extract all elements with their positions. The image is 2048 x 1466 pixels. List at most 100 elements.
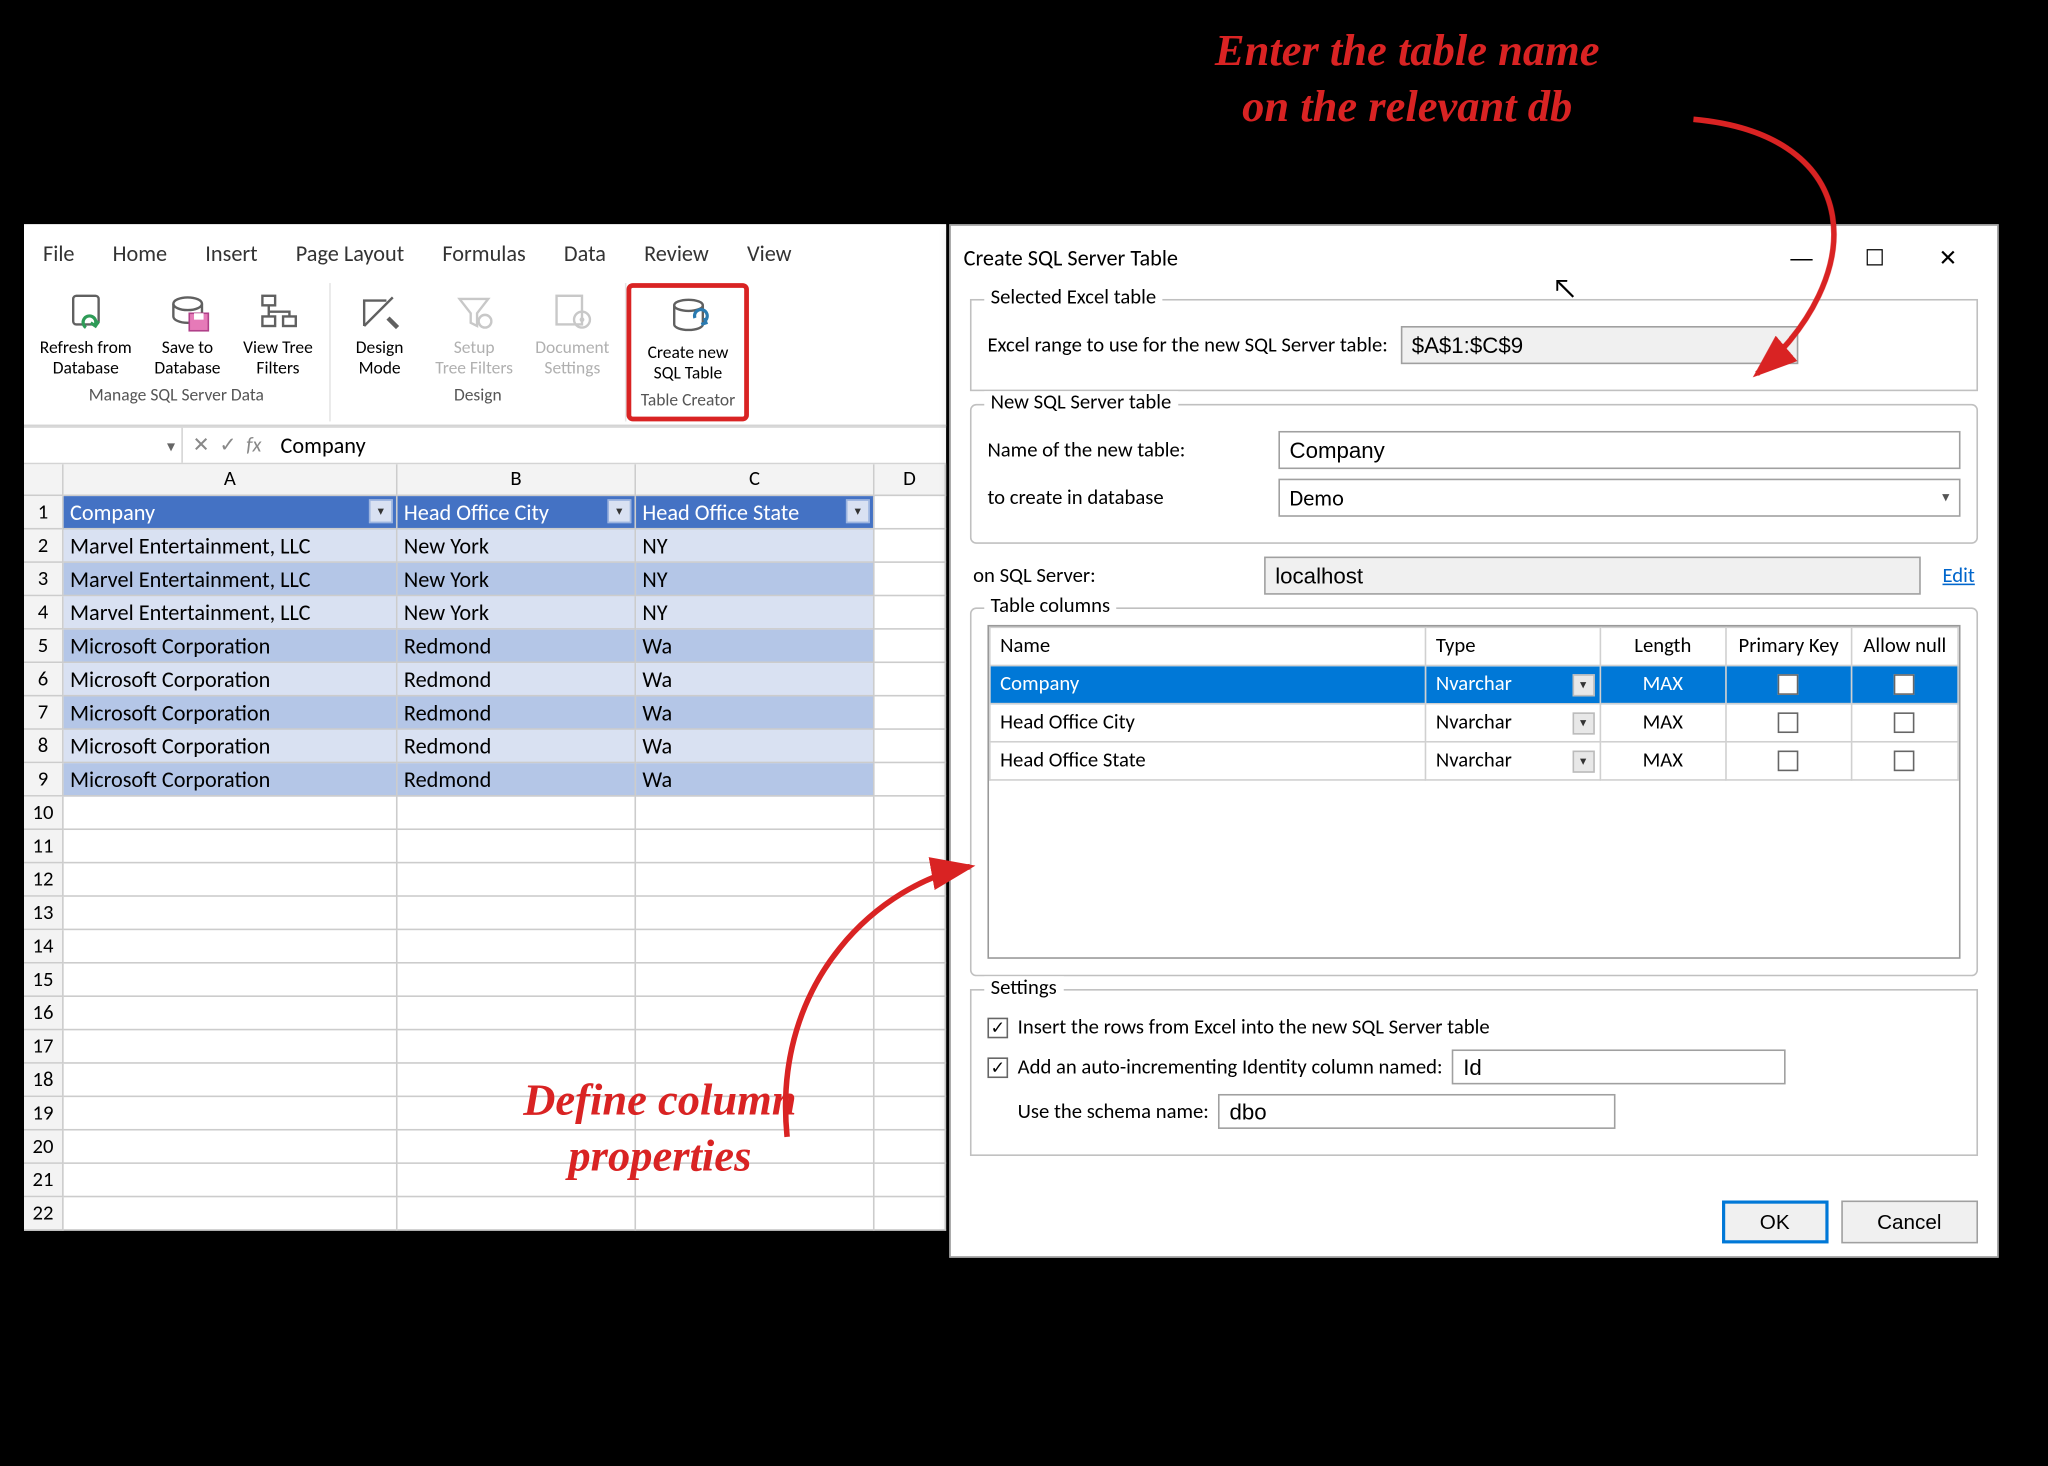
fx-icon[interactable]: fx bbox=[246, 433, 261, 457]
cell[interactable] bbox=[636, 964, 875, 997]
row-header[interactable]: 5 bbox=[24, 630, 64, 663]
cell[interactable] bbox=[398, 930, 636, 963]
primary-key-checkbox[interactable] bbox=[1778, 751, 1799, 772]
chevron-down-icon[interactable]: ▾ bbox=[1572, 712, 1594, 734]
column-header[interactable]: Type bbox=[1426, 627, 1600, 665]
cell[interactable] bbox=[636, 1197, 875, 1230]
cell[interactable] bbox=[875, 1030, 947, 1063]
row-header[interactable]: 13 bbox=[24, 897, 64, 930]
cell[interactable] bbox=[398, 964, 636, 997]
cancel-icon[interactable]: ✕ bbox=[192, 433, 209, 457]
cell[interactable] bbox=[875, 730, 947, 763]
identity-checkbox[interactable] bbox=[987, 1057, 1008, 1078]
cell[interactable] bbox=[64, 1030, 398, 1063]
table-name-input[interactable] bbox=[1278, 431, 1960, 469]
cell[interactable] bbox=[64, 997, 398, 1030]
row-header[interactable]: 21 bbox=[24, 1164, 64, 1197]
cell[interactable] bbox=[875, 563, 947, 596]
cell[interactable] bbox=[875, 763, 947, 796]
row-header[interactable]: 16 bbox=[24, 997, 64, 1030]
col-name-cell[interactable]: Head Office State bbox=[990, 742, 1426, 780]
cell[interactable] bbox=[875, 1097, 947, 1130]
cell[interactable]: NY bbox=[636, 530, 875, 563]
ribbon-design-button[interactable]: DesignMode bbox=[337, 286, 423, 381]
cell[interactable]: Microsoft Corporation bbox=[64, 763, 398, 796]
cell[interactable] bbox=[398, 897, 636, 930]
cell[interactable]: Microsoft Corporation bbox=[64, 663, 398, 696]
row-header[interactable]: 12 bbox=[24, 863, 64, 896]
allow-null-checkbox[interactable] bbox=[1895, 675, 1916, 696]
allow-null-checkbox[interactable] bbox=[1895, 751, 1916, 772]
cell[interactable] bbox=[875, 830, 947, 863]
ribbon-create-new-button[interactable]: Create newSQL Table bbox=[638, 291, 738, 386]
row-header[interactable]: 17 bbox=[24, 1030, 64, 1063]
edit-server-link[interactable]: Edit bbox=[1943, 564, 1975, 588]
col-name-cell[interactable]: Company bbox=[990, 665, 1426, 703]
database-select[interactable]: Demo ▾ bbox=[1278, 479, 1960, 517]
menu-tab-review[interactable]: Review bbox=[625, 231, 728, 277]
chevron-down-icon[interactable]: ▾ bbox=[1572, 750, 1594, 772]
cell[interactable] bbox=[398, 797, 636, 830]
cell[interactable] bbox=[64, 1064, 398, 1097]
cell[interactable] bbox=[875, 596, 947, 629]
row-header[interactable]: 9 bbox=[24, 763, 64, 796]
formula-input[interactable]: Company bbox=[271, 432, 946, 459]
row-header[interactable]: 6 bbox=[24, 663, 64, 696]
primary-key-checkbox[interactable] bbox=[1778, 675, 1799, 696]
row-header[interactable]: 8 bbox=[24, 730, 64, 763]
cell[interactable] bbox=[875, 496, 947, 529]
cell[interactable]: Wa bbox=[636, 730, 875, 763]
cell[interactable] bbox=[64, 930, 398, 963]
cell[interactable] bbox=[875, 1131, 947, 1164]
ok-button[interactable]: OK bbox=[1722, 1201, 1828, 1244]
cell[interactable] bbox=[636, 863, 875, 896]
cell[interactable] bbox=[875, 630, 947, 663]
column-header-b[interactable]: B bbox=[398, 464, 636, 496]
cell[interactable]: Marvel Entertainment, LLC bbox=[64, 530, 398, 563]
cell[interactable] bbox=[875, 797, 947, 830]
cell[interactable] bbox=[398, 1030, 636, 1063]
maximize-button[interactable]: ☐ bbox=[1838, 235, 1911, 280]
column-header[interactable]: Length bbox=[1600, 627, 1726, 665]
cell[interactable] bbox=[398, 997, 636, 1030]
cell[interactable]: Marvel Entertainment, LLC bbox=[64, 596, 398, 629]
allow-null-checkbox[interactable] bbox=[1895, 713, 1916, 734]
cell[interactable] bbox=[64, 1097, 398, 1130]
cell[interactable] bbox=[875, 663, 947, 696]
cell[interactable]: Marvel Entertainment, LLC bbox=[64, 563, 398, 596]
menu-tab-view[interactable]: View bbox=[728, 231, 811, 277]
cell[interactable] bbox=[64, 863, 398, 896]
cell[interactable] bbox=[875, 1064, 947, 1097]
cell[interactable]: Head Office State▾ bbox=[636, 496, 875, 529]
column-header[interactable]: Allow null bbox=[1852, 627, 1959, 665]
columns-table[interactable]: NameTypeLengthPrimary KeyAllow nullCompa… bbox=[989, 627, 1959, 781]
cell[interactable]: Redmond bbox=[398, 763, 636, 796]
cell[interactable] bbox=[636, 797, 875, 830]
row-header[interactable]: 18 bbox=[24, 1064, 64, 1097]
col-length-cell[interactable]: MAX bbox=[1600, 665, 1726, 703]
ribbon-refresh-from-button[interactable]: Refresh fromDatabase bbox=[30, 286, 141, 381]
row-header[interactable]: 10 bbox=[24, 797, 64, 830]
cell[interactable] bbox=[64, 1197, 398, 1230]
col-type-cell[interactable]: Nvarchar▾ bbox=[1426, 665, 1600, 703]
cell[interactable] bbox=[398, 830, 636, 863]
chevron-down-icon[interactable]: ▾ bbox=[1572, 673, 1594, 695]
cell[interactable] bbox=[875, 1164, 947, 1197]
cell[interactable] bbox=[636, 897, 875, 930]
cell[interactable] bbox=[875, 930, 947, 963]
menu-tab-file[interactable]: File bbox=[24, 231, 94, 277]
cell[interactable]: Microsoft Corporation bbox=[64, 730, 398, 763]
row-header[interactable]: 7 bbox=[24, 696, 64, 729]
cell[interactable]: New York bbox=[398, 563, 636, 596]
col-type-cell[interactable]: Nvarchar▾ bbox=[1426, 704, 1600, 742]
enter-icon[interactable]: ✓ bbox=[219, 433, 236, 457]
cell[interactable] bbox=[636, 830, 875, 863]
cell[interactable]: New York bbox=[398, 596, 636, 629]
column-header[interactable]: Name bbox=[990, 627, 1426, 665]
cell[interactable] bbox=[64, 830, 398, 863]
cancel-button[interactable]: Cancel bbox=[1841, 1201, 1978, 1244]
cell[interactable] bbox=[64, 897, 398, 930]
cell[interactable]: NY bbox=[636, 563, 875, 596]
menu-tab-home[interactable]: Home bbox=[94, 231, 187, 277]
ribbon-view-tree-button[interactable]: View TreeFilters bbox=[234, 286, 323, 381]
